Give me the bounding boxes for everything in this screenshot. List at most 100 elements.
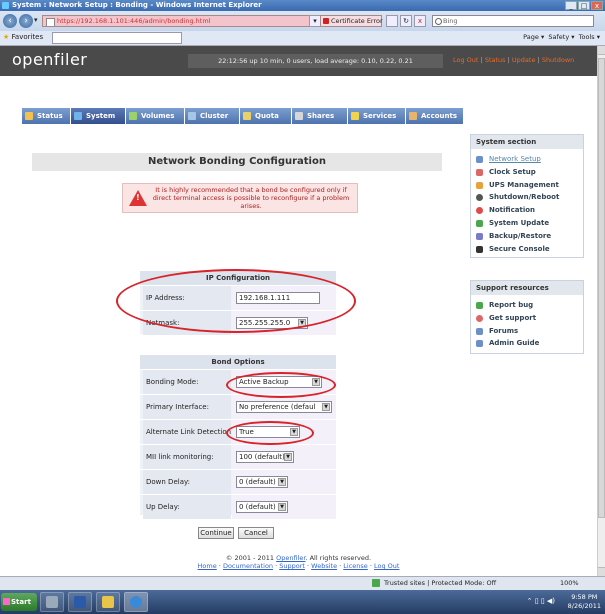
tab-shares[interactable]: Shares xyxy=(292,108,348,124)
mii-link-monitoring-select[interactable]: 100 (default) ▼ xyxy=(236,451,294,463)
tab-quota[interactable]: Quota xyxy=(240,108,292,124)
sidebar-item-clock-setup[interactable]: Clock Setup xyxy=(471,166,583,179)
command-bar: Page ▾ Safety ▾ Tools ▾ xyxy=(523,33,600,41)
browser-tab[interactable]: System : Network Setup : Bonding xyxy=(52,32,182,44)
back-button[interactable]: ‹ xyxy=(3,14,17,28)
openfiler-logo: openfiler xyxy=(12,50,88,69)
openfiler-link[interactable]: Openfiler xyxy=(276,554,305,562)
taskbar-server-manager[interactable] xyxy=(40,592,64,612)
update-link[interactable]: Update xyxy=(512,56,536,64)
taskbar-internet-explorer[interactable] xyxy=(124,592,148,612)
logout-link[interactable]: Log Out xyxy=(453,56,478,64)
volumes-icon xyxy=(129,112,137,120)
footer-logout-link[interactable]: Log Out xyxy=(374,562,399,570)
forward-button[interactable]: › xyxy=(19,14,33,28)
maximize-button[interactable]: □ xyxy=(578,1,590,10)
sidebar-item-admin-guide[interactable]: Admin Guide xyxy=(471,337,583,350)
network-icon xyxy=(476,156,483,163)
primary-interface-label: Primary Interface: xyxy=(143,395,231,419)
shutdown-link[interactable]: Shutdown xyxy=(542,56,574,64)
star-icon: ★ xyxy=(3,33,10,41)
sidebar-item-secure-console[interactable]: Secure Console xyxy=(471,243,583,256)
down-delay-label: Down Delay: xyxy=(143,470,231,494)
stop-button[interactable]: x xyxy=(414,15,426,27)
scroll-down-icon[interactable] xyxy=(598,567,605,576)
sidebar-item-ups-management[interactable]: UPS Management xyxy=(471,179,583,192)
certificate-error-button[interactable]: Certificate Error xyxy=(320,15,383,27)
footer-support-link[interactable]: Support xyxy=(279,562,305,570)
search-input[interactable]: Bing xyxy=(432,15,594,27)
primary-interface-select[interactable]: No preference (defaul ▼ xyxy=(236,401,332,413)
cancel-button[interactable]: Cancel xyxy=(238,527,274,539)
continue-button[interactable]: Continue xyxy=(198,527,234,539)
start-button[interactable]: Start xyxy=(1,593,37,611)
tab-cluster[interactable]: Cluster xyxy=(185,108,240,124)
footer-home-link[interactable]: Home xyxy=(198,562,217,570)
refresh-button[interactable]: ↻ xyxy=(400,15,412,27)
sidebar-item-forums[interactable]: Forums xyxy=(471,325,583,338)
page-title: Network Bonding Configuration xyxy=(32,153,442,171)
ip-address-input[interactable]: 192.168.1.111 xyxy=(236,292,320,304)
powershell-icon xyxy=(74,596,86,608)
tab-status[interactable]: Status xyxy=(22,108,71,124)
taskbar-explorer[interactable] xyxy=(96,592,120,612)
security-zone[interactable]: Trusted sites | Protected Mode: Off xyxy=(384,577,496,590)
address-input[interactable]: https://192.168.1.101:446/admin/bonding.… xyxy=(42,15,310,27)
scroll-up-icon[interactable] xyxy=(598,46,605,55)
status-link[interactable]: Status xyxy=(485,56,506,64)
vertical-scrollbar[interactable] xyxy=(597,46,605,576)
sidebar-item-shutdown-reboot[interactable]: Shutdown/Reboot xyxy=(471,191,583,204)
alternate-link-detection-select[interactable]: True ▼ xyxy=(236,426,300,438)
sidebar-item-notification[interactable]: Notification xyxy=(471,204,583,217)
system-icon xyxy=(74,112,82,120)
warning-icon: ! xyxy=(129,190,147,206)
footer-documentation-link[interactable]: Documentation xyxy=(223,562,273,570)
taskbar-powershell[interactable] xyxy=(68,592,92,612)
sidebar-item-get-support[interactable]: Get support xyxy=(471,312,583,325)
scroll-thumb[interactable] xyxy=(598,58,605,518)
minimize-button[interactable]: _ xyxy=(565,1,577,10)
page-menu[interactable]: Page ▾ xyxy=(523,33,544,41)
chevron-down-icon: ▼ xyxy=(312,378,320,386)
compatibility-icon[interactable] xyxy=(386,15,398,27)
netmask-select[interactable]: 255.255.255.0 ▼ xyxy=(236,317,308,329)
zoom-level[interactable]: 100% xyxy=(560,577,579,590)
tab-accounts[interactable]: Accounts xyxy=(406,108,464,124)
sidebar-item-backup-restore[interactable]: Backup/Restore xyxy=(471,230,583,243)
favorites-button[interactable]: ★ Favorites xyxy=(3,33,43,41)
footer-links: Home · Documentation · Support · Website… xyxy=(197,562,400,570)
tab-services[interactable]: Services xyxy=(348,108,406,124)
clock[interactable]: 9:58 PM 8/26/2011 xyxy=(568,593,601,611)
warning-text: It is highly recommended that a bond be … xyxy=(152,186,350,210)
sidebar-item-network-setup[interactable]: Network Setup xyxy=(471,153,583,166)
sidebar-item-system-update[interactable]: System Update xyxy=(471,217,583,230)
up-delay-label: Up Delay: xyxy=(143,495,231,519)
close-window-button[interactable]: x xyxy=(591,1,603,10)
down-delay-select[interactable]: 0 (default) ▼ xyxy=(236,476,288,488)
up-delay-select[interactable]: 0 (default) ▼ xyxy=(236,501,288,513)
system-tray[interactable]: ⌃ ▯ ▯ ◀) xyxy=(527,597,555,605)
bond-options-panel: Bond Options Bonding Mode: Active Backup… xyxy=(140,355,336,519)
safety-menu[interactable]: Safety ▾ xyxy=(548,33,574,41)
support-resources-box: Support resources Report bug Get support… xyxy=(470,280,584,354)
backup-icon xyxy=(476,232,483,240)
system-section-title: System section xyxy=(471,135,583,149)
window-title: System : Network Setup : Bonding - Windo… xyxy=(12,1,262,9)
shield-icon xyxy=(323,18,329,24)
footer-license-link[interactable]: License xyxy=(343,562,368,570)
sidebar-item-report-bug[interactable]: Report bug xyxy=(471,299,583,312)
bonding-mode-select[interactable]: Active Backup ▼ xyxy=(236,376,322,388)
shares-icon xyxy=(295,112,303,120)
copyright: © 2001 - 2011 Openfiler. All rights rese… xyxy=(225,554,372,562)
battery-icon xyxy=(476,181,483,189)
bonding-mode-label: Bonding Mode: xyxy=(143,370,231,394)
quota-icon xyxy=(243,112,251,120)
tab-system[interactable]: System xyxy=(71,108,126,124)
footer-website-link[interactable]: Website xyxy=(311,562,337,570)
history-dropdown-icon[interactable]: ▾ xyxy=(34,16,38,24)
uptime-readout: 22:12:56 up 10 min, 0 users, load averag… xyxy=(188,54,443,68)
power-icon xyxy=(476,194,483,202)
tab-volumes[interactable]: Volumes xyxy=(126,108,185,124)
alert-icon xyxy=(476,207,483,215)
tools-menu[interactable]: Tools ▾ xyxy=(579,33,600,41)
